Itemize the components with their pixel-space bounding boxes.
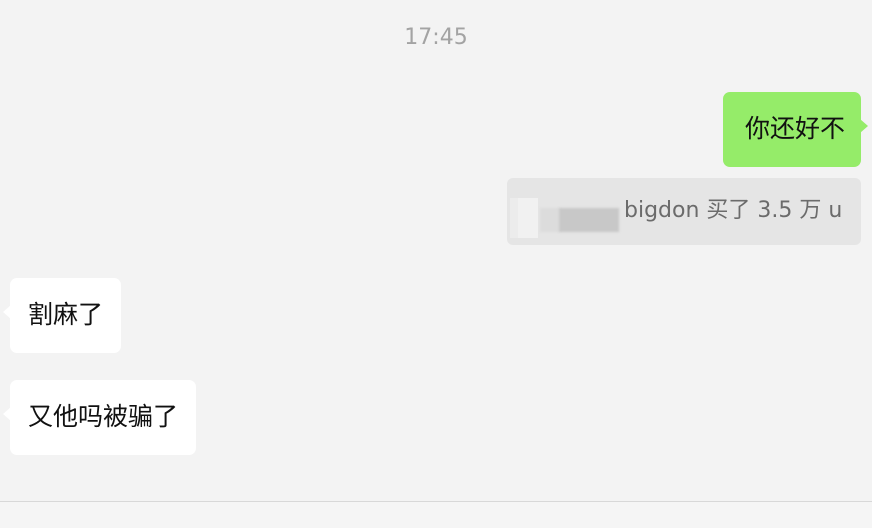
outgoing-message-bubble[interactable]: 你还好不 bbox=[722, 92, 869, 167]
incoming-message-bubble[interactable]: 又他吗被骗了 bbox=[2, 380, 197, 455]
redacted-avatar-shadow bbox=[518, 198, 538, 238]
input-area[interactable] bbox=[0, 502, 872, 528]
incoming-message-bubble[interactable]: 割麻了 bbox=[2, 278, 122, 353]
redacted-avatar bbox=[510, 198, 518, 238]
quoted-text: bigdon 买了 3.5 万 u bbox=[624, 198, 843, 223]
quoted-message[interactable]: bigdon 买了 3.5 万 u bbox=[507, 178, 861, 245]
message-text: 你还好不 bbox=[744, 114, 845, 143]
message-timestamp: 17:45 bbox=[404, 25, 468, 50]
message-text: 又他吗被骗了 bbox=[28, 402, 179, 431]
redacted-name bbox=[559, 208, 619, 232]
message-text: 割麻了 bbox=[28, 300, 104, 329]
redacted-name-part bbox=[540, 208, 560, 232]
